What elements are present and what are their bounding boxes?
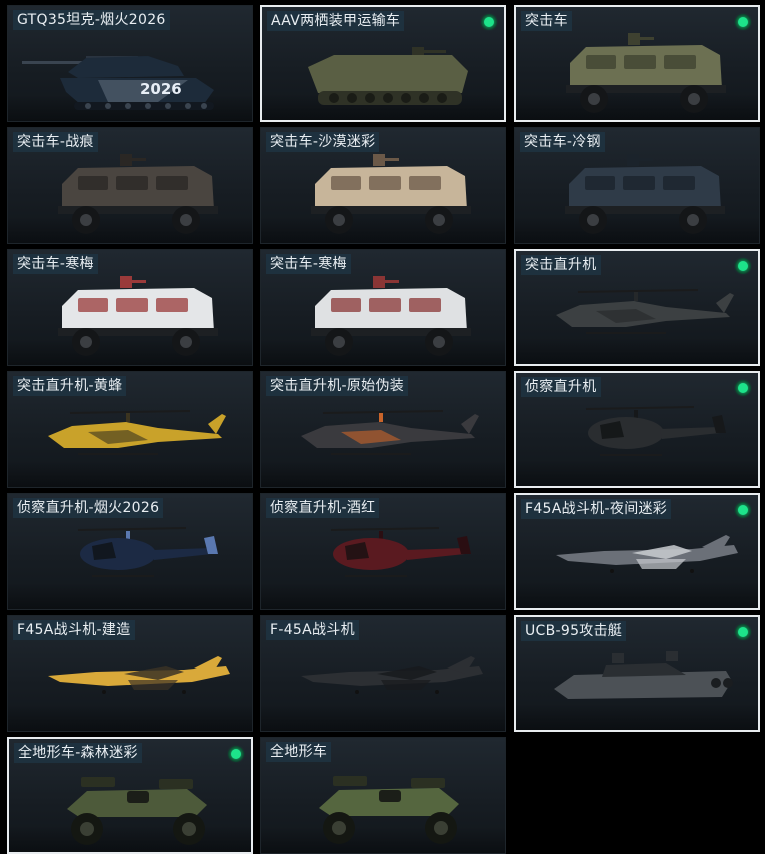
equipped-indicator-icon	[735, 380, 751, 396]
vehicle-card[interactable]: 全地形车	[260, 737, 506, 854]
vehicle-card[interactable]: 突击车-寒梅	[260, 249, 506, 366]
vehicle-grid: 2026 GTQ35坦克-烟火2026 AAV两栖装甲运输车 突击车 突击车-战…	[0, 0, 765, 854]
vehicle-card[interactable]: 突击直升机-黄蜂	[7, 371, 253, 488]
svg-text:2026: 2026	[140, 80, 182, 98]
vehicle-name: 突击车-寒梅	[13, 254, 98, 274]
vehicle-card[interactable]: 突击车-沙漠迷彩	[260, 127, 506, 244]
vehicle-card[interactable]: AAV两栖装甲运输车	[260, 5, 506, 122]
vehicle-name: 侦察直升机-烟火2026	[13, 498, 164, 518]
vehicle-name: 突击车-冷钢	[520, 132, 605, 152]
vehicle-name: F45A战斗机-建造	[13, 620, 135, 640]
vehicle-card[interactable]: 2026 GTQ35坦克-烟火2026	[7, 5, 253, 122]
equipped-indicator-icon	[735, 624, 751, 640]
vehicle-name: 全地形车	[266, 742, 332, 762]
vehicle-card[interactable]: F-45A战斗机	[260, 615, 506, 732]
vehicle-card[interactable]: F45A战斗机-建造	[7, 615, 253, 732]
vehicle-card[interactable]: 突击车	[514, 5, 760, 122]
vehicle-name: 突击车-寒梅	[266, 254, 351, 274]
vehicle-card[interactable]: 侦察直升机	[514, 371, 760, 488]
vehicle-card[interactable]: 突击直升机	[514, 249, 760, 366]
vehicle-name: 突击车-沙漠迷彩	[266, 132, 380, 152]
vehicle-card[interactable]: 突击车-战痕	[7, 127, 253, 244]
vehicle-card[interactable]: 侦察直升机-酒红	[260, 493, 506, 610]
vehicle-name: 突击车	[521, 11, 572, 31]
vehicle-card[interactable]: 突击直升机-原始伪装	[260, 371, 506, 488]
vehicle-name: F45A战斗机-夜间迷彩	[521, 499, 672, 519]
equipped-indicator-icon	[481, 14, 497, 30]
equipped-indicator-icon	[735, 502, 751, 518]
vehicle-name: F-45A战斗机	[266, 620, 359, 640]
vehicle-card[interactable]: 侦察直升机-烟火2026	[7, 493, 253, 610]
vehicle-card[interactable]: F45A战斗机-夜间迷彩	[514, 493, 760, 610]
equipped-indicator-icon	[735, 258, 751, 274]
vehicle-name: 突击直升机	[521, 255, 601, 275]
vehicle-name: AAV两栖装甲运输车	[267, 11, 405, 31]
vehicle-name: 全地形车-森林迷彩	[14, 743, 142, 763]
vehicle-card[interactable]: 突击车-冷钢	[514, 127, 760, 244]
vehicle-card[interactable]: 突击车-寒梅	[7, 249, 253, 366]
vehicle-card[interactable]: UCB-95攻击艇	[514, 615, 760, 732]
vehicle-name: UCB-95攻击艇	[521, 621, 627, 641]
vehicle-name: 突击直升机-原始伪装	[266, 376, 409, 396]
equipped-indicator-icon	[228, 746, 244, 762]
vehicle-name: 侦察直升机-酒红	[266, 498, 380, 518]
vehicle-name: 突击车-战痕	[13, 132, 98, 152]
vehicle-name: 突击直升机-黄蜂	[13, 376, 127, 396]
equipped-indicator-icon	[735, 14, 751, 30]
vehicle-name: GTQ35坦克-烟火2026	[13, 10, 170, 30]
vehicle-card[interactable]: 全地形车-森林迷彩	[7, 737, 253, 854]
vehicle-name: 侦察直升机	[521, 377, 601, 397]
